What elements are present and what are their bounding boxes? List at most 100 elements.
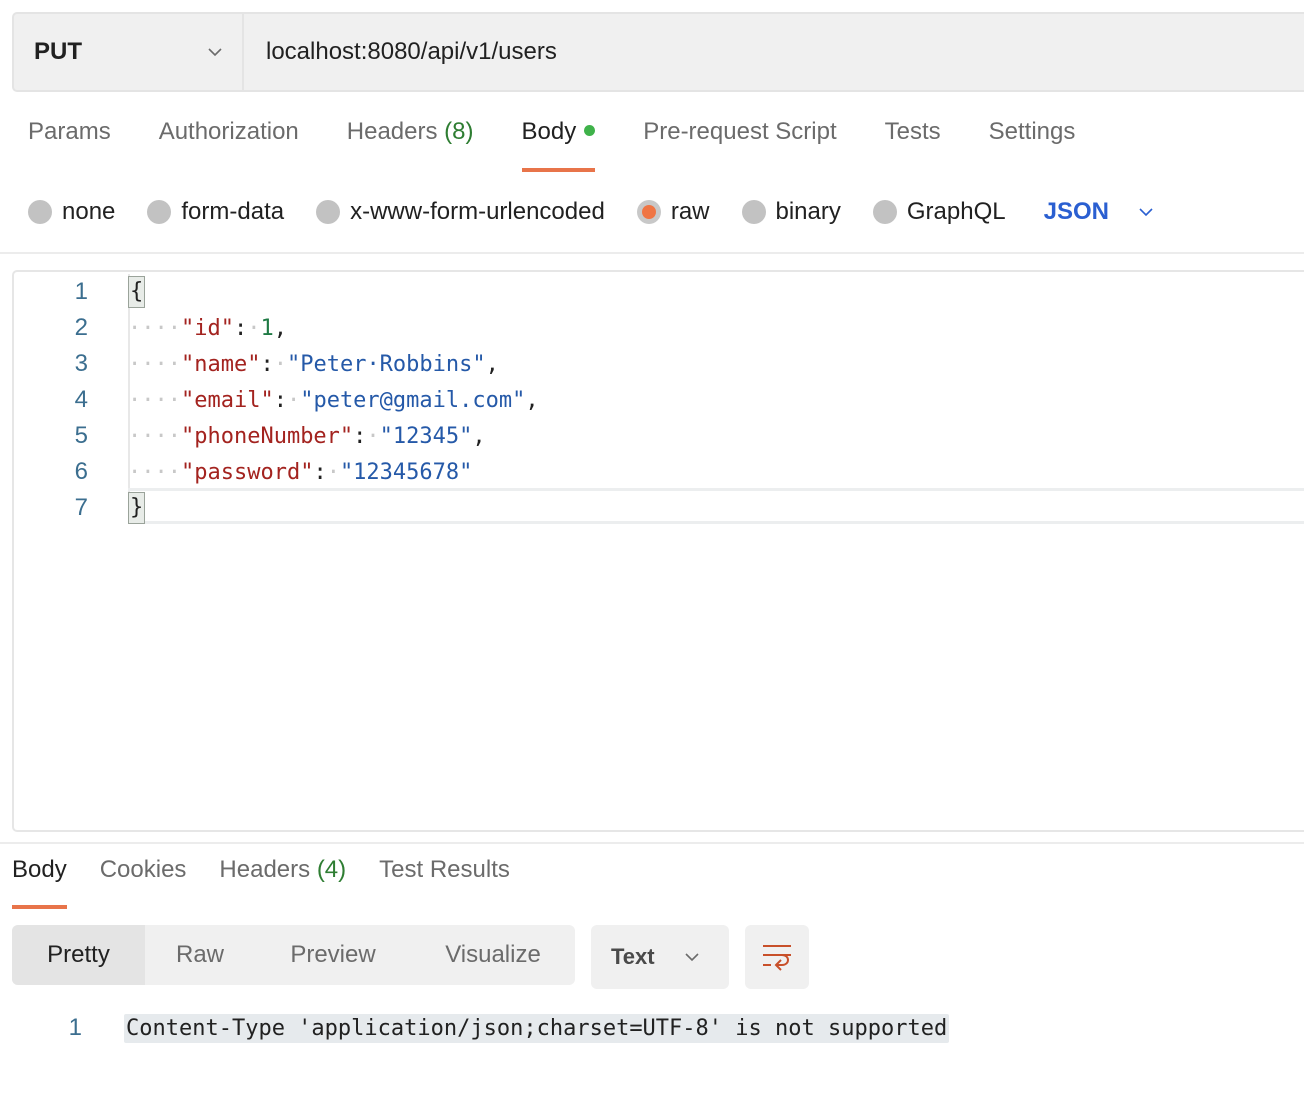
json-value: "12345678" xyxy=(339,459,473,485)
code-text: ····"id":·1, xyxy=(128,316,287,341)
json-value: "peter@gmail.com" xyxy=(300,387,526,413)
tab-pre-request-script[interactable]: Pre-request Script xyxy=(643,118,836,172)
radio-label: x-www-form-urlencoded xyxy=(350,198,605,225)
tab-settings[interactable]: Settings xyxy=(989,118,1076,172)
response-tab-cookies[interactable]: Cookies xyxy=(100,856,187,909)
radio-graphql[interactable]: GraphQL xyxy=(872,198,1006,226)
divider xyxy=(0,842,1304,844)
comma: , xyxy=(485,351,499,377)
request-tabs: Params Authorization Headers (8) Body Pr… xyxy=(28,118,1123,172)
json-key: "phoneNumber" xyxy=(180,423,354,449)
radio-raw[interactable]: raw xyxy=(636,198,710,226)
tab-label: Headers xyxy=(346,118,438,145)
tab-tests[interactable]: Tests xyxy=(885,118,941,172)
tab-headers[interactable]: Headers (8) xyxy=(347,118,474,172)
code-text: } xyxy=(128,492,146,524)
radio-checked-icon xyxy=(636,200,661,224)
line-number: 1 xyxy=(68,1014,82,1041)
line-number: 4 xyxy=(74,386,88,413)
view-raw[interactable]: Raw xyxy=(145,925,255,985)
colon: : xyxy=(313,459,327,485)
response-view-toggle: Pretty Raw Preview Visualize xyxy=(12,925,575,985)
whitespace: · xyxy=(247,315,261,341)
tab-body[interactable]: Body xyxy=(521,118,596,172)
colon: : xyxy=(233,315,248,341)
response-tab-test-results[interactable]: Test Results xyxy=(379,856,510,909)
json-value: "Peter·Robbins" xyxy=(286,351,486,377)
line-number: 3 xyxy=(74,350,88,377)
tab-label: Tests xyxy=(884,118,941,145)
radio-label: none xyxy=(62,198,116,225)
code-line: 7 } xyxy=(14,490,1304,526)
response-tab-body[interactable]: Body xyxy=(12,856,67,909)
tab-label: Body xyxy=(12,856,67,883)
radio-circle-icon xyxy=(741,200,766,224)
tab-label: Authorization xyxy=(158,118,299,145)
radio-label: form-data xyxy=(181,198,285,225)
request-url-bar: PUT localhost:8080/api/v1/users xyxy=(12,12,1304,92)
whitespace: ···· xyxy=(128,351,181,377)
response-error-text: Content-Type 'application/json;charset=U… xyxy=(124,1013,950,1043)
radio-label: raw xyxy=(670,198,710,225)
format-label: Text xyxy=(611,944,655,969)
radio-circle-icon xyxy=(316,200,341,224)
url-input[interactable]: localhost:8080/api/v1/users xyxy=(244,14,1304,90)
colon: : xyxy=(260,351,274,377)
code-text: { xyxy=(128,276,146,308)
whitespace: · xyxy=(273,351,287,377)
colon: : xyxy=(353,423,367,449)
line-number: 5 xyxy=(74,422,88,449)
line-number: 6 xyxy=(74,458,88,485)
response-body-line: 1 Content-Type 'application/json;charset… xyxy=(12,1010,950,1046)
raw-language-select[interactable]: JSON xyxy=(1044,198,1153,226)
whitespace: · xyxy=(366,423,380,449)
code-line: 1 { xyxy=(14,274,1304,310)
line-number: 2 xyxy=(74,314,88,341)
tab-label: Headers xyxy=(219,856,311,883)
code-text: ····"phoneNumber":·"12345", xyxy=(128,424,486,449)
wrap-lines-icon xyxy=(763,945,791,971)
response-tabs: Body Cookies Headers (4) Test Results xyxy=(12,856,543,909)
matched-brace: { xyxy=(128,276,146,308)
code-line: 2 ····"id":·1, xyxy=(14,310,1304,346)
code-line: 6 ····"password":·"12345678" xyxy=(14,454,1304,490)
whitespace: ···· xyxy=(128,459,181,485)
url-text: localhost:8080/api/v1/users xyxy=(266,38,557,65)
tab-authorization[interactable]: Authorization xyxy=(159,118,299,172)
radio-label: binary xyxy=(775,198,841,225)
raw-language-label: JSON xyxy=(1043,198,1109,225)
wrap-lines-button[interactable] xyxy=(745,925,809,989)
comma: , xyxy=(472,423,486,449)
view-visualize[interactable]: Visualize xyxy=(411,925,575,985)
radio-x-www-form-urlencoded[interactable]: x-www-form-urlencoded xyxy=(316,198,605,226)
response-format-select[interactable]: Text xyxy=(591,925,729,989)
radio-none[interactable]: none xyxy=(28,198,115,226)
tab-label: Pre-request Script xyxy=(643,118,837,145)
whitespace: ···· xyxy=(128,387,181,413)
body-editor[interactable]: 1 { 2 ····"id":·1, 3 ····"name":·"Peter·… xyxy=(12,270,1304,832)
radio-circle-icon xyxy=(147,200,172,224)
chevron-down-icon xyxy=(1139,208,1153,217)
tab-label: Params xyxy=(28,118,111,145)
response-tab-headers[interactable]: Headers (4) xyxy=(219,856,346,909)
view-preview[interactable]: Preview xyxy=(255,925,411,985)
radio-label: GraphQL xyxy=(906,198,1006,225)
code-line: 5 ····"phoneNumber":·"12345", xyxy=(14,418,1304,454)
radio-form-data[interactable]: form-data xyxy=(147,198,284,226)
radio-circle-icon xyxy=(28,200,52,224)
line-number: 7 xyxy=(74,494,88,521)
method-select[interactable]: PUT xyxy=(14,14,244,90)
tab-params[interactable]: Params xyxy=(28,118,111,172)
whitespace: · xyxy=(286,387,301,413)
matched-brace: } xyxy=(128,492,146,524)
code-text: ····"password":·"12345678" xyxy=(128,460,472,485)
code-line: 3 ····"name":·"Peter·Robbins", xyxy=(14,346,1304,382)
view-pretty[interactable]: Pretty xyxy=(12,925,145,985)
chevron-down-icon xyxy=(685,953,699,962)
radio-binary[interactable]: binary xyxy=(741,198,841,226)
code-line: 4 ····"email":·"peter@gmail.com", xyxy=(14,382,1304,418)
json-value: 1 xyxy=(260,315,274,341)
json-key: "id" xyxy=(180,315,234,341)
code-text: ····"name":·"Peter·Robbins", xyxy=(128,352,499,377)
whitespace: ···· xyxy=(128,315,181,341)
